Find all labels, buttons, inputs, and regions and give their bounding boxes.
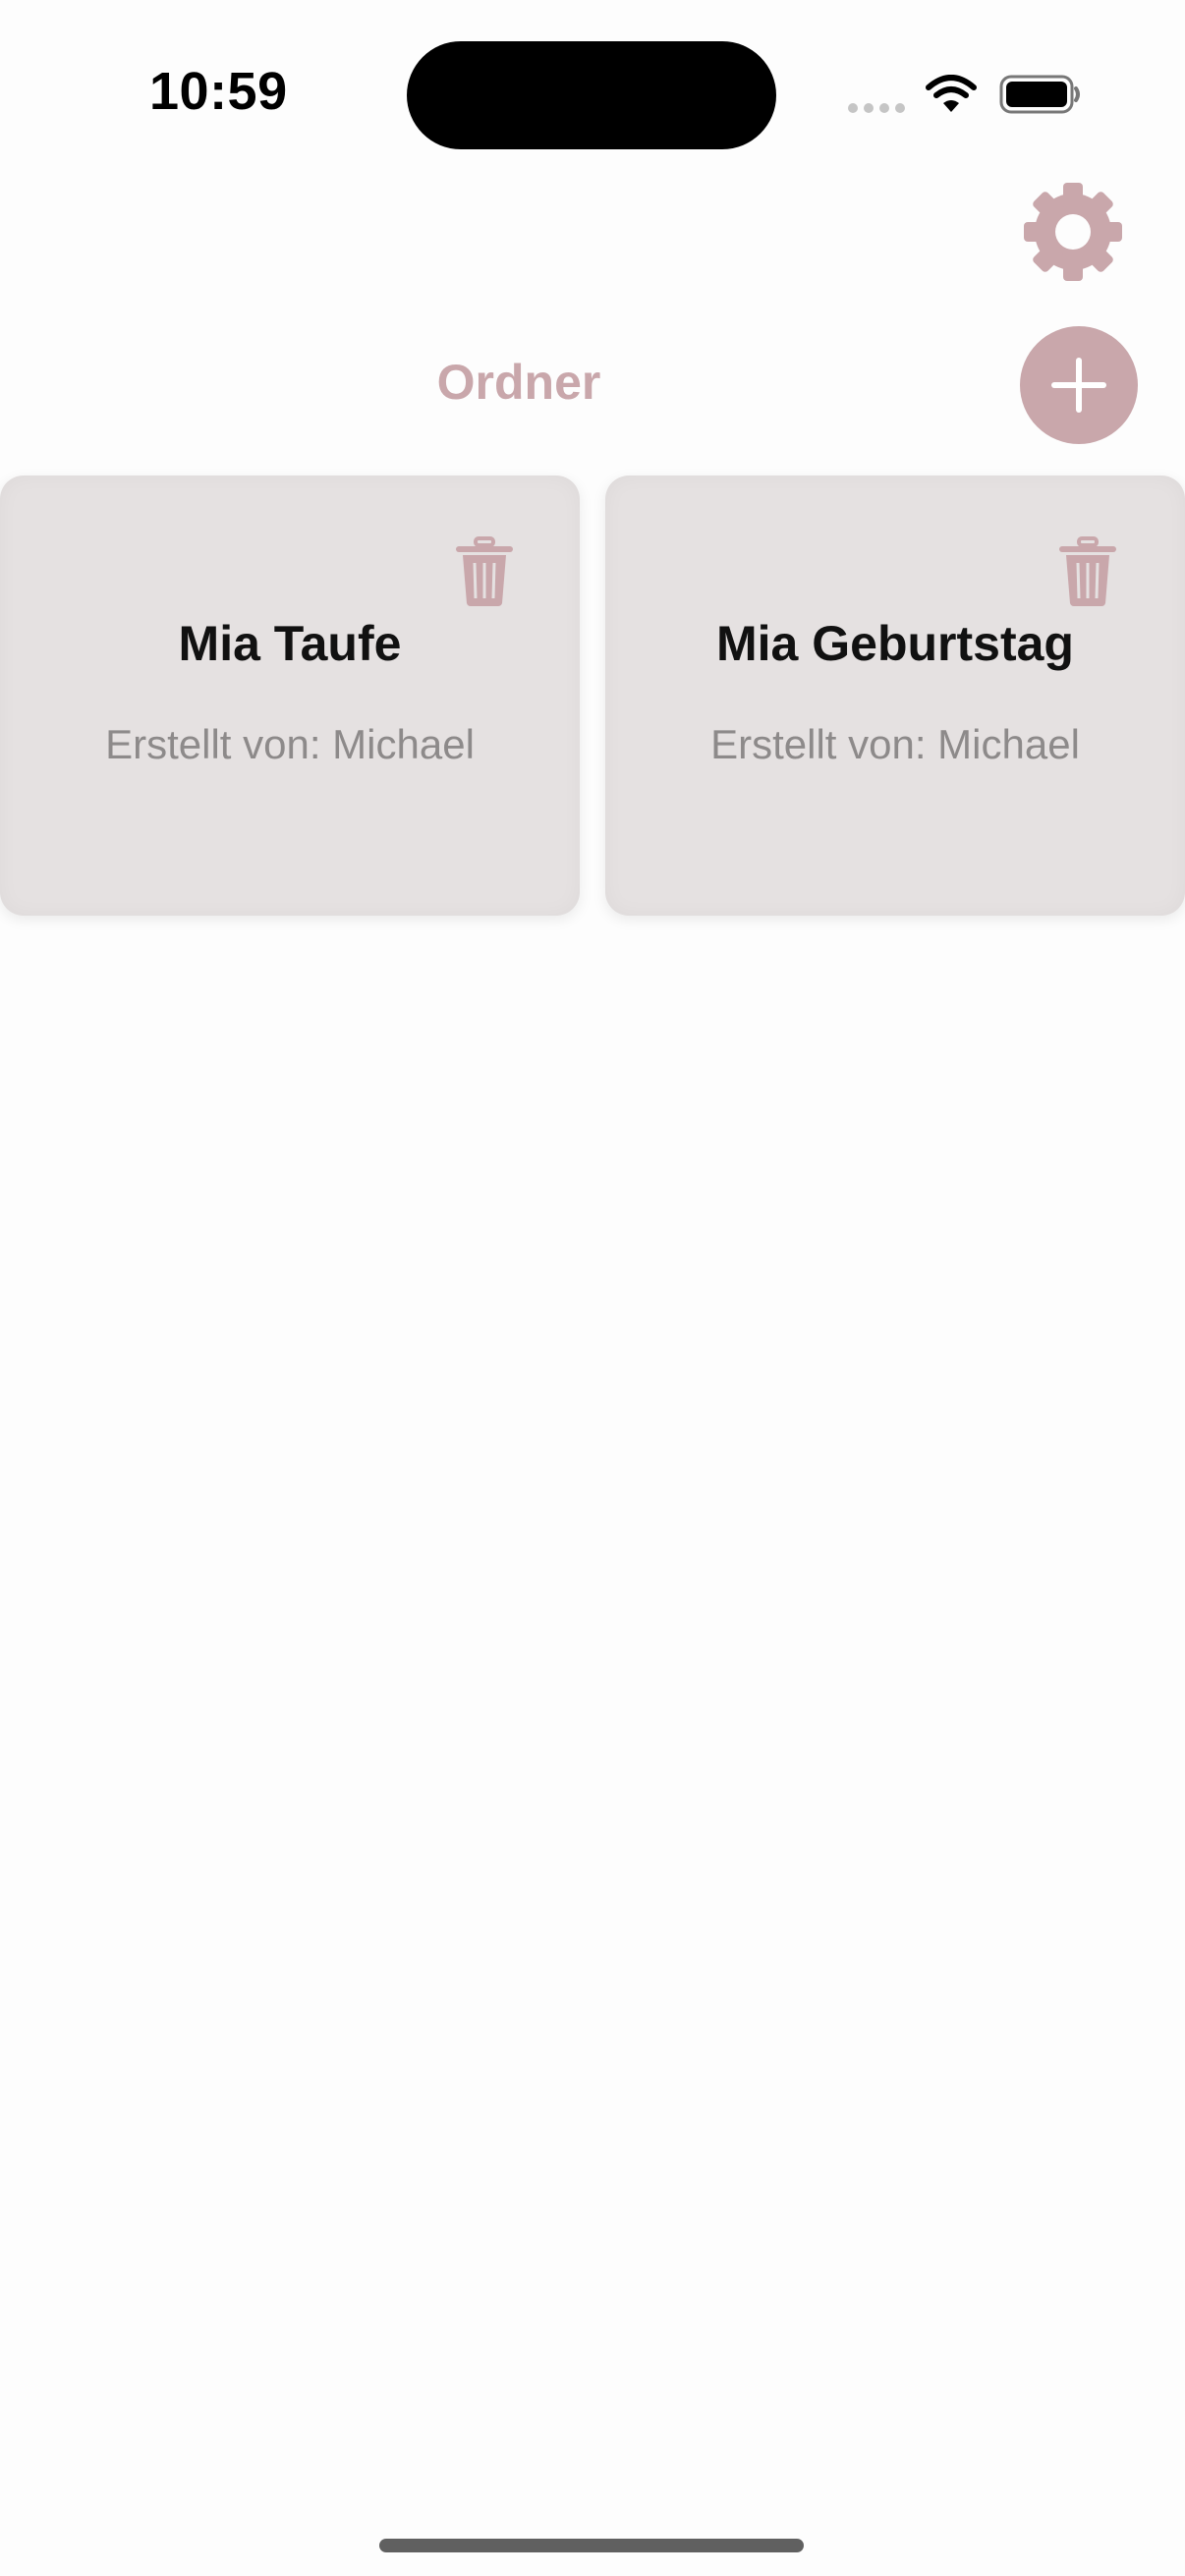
plus-icon <box>1051 358 1106 413</box>
settings-button[interactable] <box>1016 175 1130 289</box>
folder-card[interactable]: Mia Geburtstag Erstellt von: Michael <box>605 476 1185 916</box>
home-indicator[interactable] <box>379 2539 804 2552</box>
trash-icon <box>456 536 513 606</box>
cellular-signal-icon <box>848 103 905 113</box>
folder-creator: Erstellt von: Michael <box>105 721 475 767</box>
trash-icon <box>1059 536 1116 606</box>
gear-icon <box>1024 183 1122 281</box>
add-folder-button[interactable] <box>1020 326 1138 444</box>
folder-name: Mia Taufe <box>178 616 402 671</box>
page-title: Ordner <box>436 355 601 410</box>
battery-icon <box>999 75 1080 114</box>
folder-name: Mia Geburtstag <box>716 616 1074 671</box>
status-time: 10:59 <box>149 62 288 121</box>
wifi-icon <box>926 75 977 112</box>
folder-card[interactable]: Mia Taufe Erstellt von: Michael <box>0 476 580 916</box>
dynamic-island <box>407 41 776 149</box>
delete-folder-button[interactable] <box>1057 536 1118 607</box>
folder-creator: Erstellt von: Michael <box>710 721 1080 767</box>
delete-folder-button[interactable] <box>454 536 515 607</box>
